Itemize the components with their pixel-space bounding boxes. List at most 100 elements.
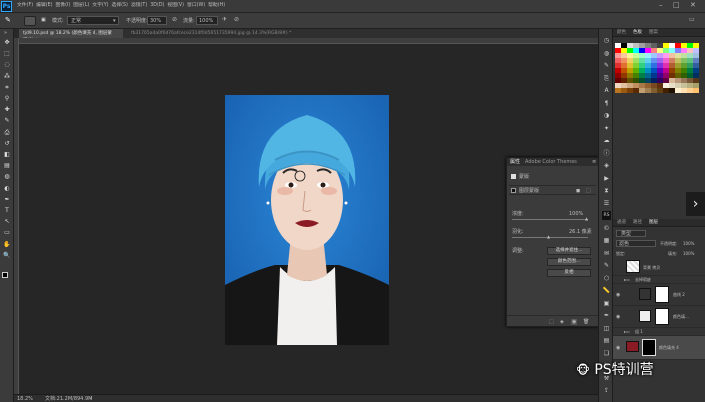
path-select-icon[interactable]: ↖ — [3, 218, 11, 226]
layer-mask-icon[interactable] — [511, 188, 516, 193]
styles-icon[interactable]: ✦ — [602, 124, 611, 133]
select-and-mask-button[interactable]: 选择并遮住... — [547, 247, 591, 255]
panel-menu-icon[interactable]: ≡ — [592, 159, 596, 165]
comment-icon[interactable]: ✉ — [602, 249, 611, 258]
menu-item[interactable]: 图层(L) — [73, 3, 89, 11]
paragraph-icon[interactable]: ¶ — [602, 99, 611, 108]
layer-row-selected[interactable]: ◉ 颜色填充 4 — [613, 336, 705, 360]
density-slider[interactable] — [512, 219, 588, 220]
tab-adobe-color-themes[interactable]: Adobe Color Themes — [525, 159, 577, 165]
brush-settings-icon[interactable]: ✎ — [602, 61, 611, 70]
opacity-input[interactable]: 30% — [147, 16, 167, 25]
eye-icon[interactable]: ◉ — [616, 345, 620, 351]
history-brush-icon[interactable]: ↺ — [3, 140, 11, 148]
eyedropper-icon[interactable]: ⚲ — [3, 95, 11, 103]
tab-swatches[interactable]: 色板 — [633, 30, 642, 36]
pressure-opacity-icon[interactable]: ⊘ — [172, 17, 177, 23]
foreground-color-swatch[interactable] — [2, 272, 8, 278]
paths-icon[interactable]: ✒ — [602, 311, 611, 320]
feather-value[interactable]: 26.1 像素 — [569, 229, 592, 235]
brush-preset-picker[interactable] — [24, 16, 36, 26]
tab-layers[interactable]: 图层 — [649, 220, 658, 226]
properties-icon[interactable]: ☰ — [602, 199, 611, 208]
layer-name[interactable]: 颜色填充 4 — [659, 345, 679, 351]
brush-panel-icon[interactable]: ▣ — [41, 17, 46, 23]
tab-document-2[interactable]: fb31765a4a0f0d76afcece2314f0d5651735994.… — [127, 29, 327, 38]
eye-icon[interactable]: ◉ — [616, 292, 620, 298]
density-slider-handle[interactable]: ▲ — [585, 216, 588, 222]
quick-select-icon[interactable]: ⁂ — [3, 73, 11, 81]
blur-icon[interactable]: ◍ — [3, 173, 11, 181]
layer-name[interactable]: 去掉瑕疵 — [635, 277, 651, 283]
measure-icon[interactable]: 📏 — [602, 286, 611, 295]
brush-tool-icon[interactable]: ✎ — [5, 17, 11, 24]
menu-item[interactable]: 编辑(E) — [36, 3, 52, 11]
lasso-icon[interactable]: ◌ — [3, 61, 11, 69]
healing-icon[interactable]: ✚ — [3, 106, 11, 114]
type-icon[interactable]: T — [3, 207, 11, 215]
layers-icon[interactable]: ▤ — [602, 336, 611, 345]
load-selection-icon[interactable]: ⬚ — [549, 319, 554, 325]
layer-comps-icon[interactable]: ❏ — [602, 349, 611, 358]
menu-item[interactable]: 文字(Y) — [92, 3, 108, 11]
hand-icon[interactable]: ✋ — [3, 241, 11, 249]
clone-source-icon[interactable]: ⎘ — [602, 74, 611, 83]
libraries-icon[interactable]: ☁ — [602, 136, 611, 145]
workspace-icon[interactable]: ▭ — [689, 17, 695, 23]
layer-filter-select[interactable]: 类型 — [616, 230, 646, 237]
tab-properties[interactable]: 属性 — [510, 159, 520, 165]
fill-value[interactable]: 100% — [683, 251, 694, 257]
notes-icon[interactable]: ✎ — [602, 261, 611, 270]
ps-logo[interactable]: Ps — [1, 1, 12, 12]
layer-group-row[interactable]: ▸▭ 组 1 — [613, 328, 705, 336]
layer-name[interactable]: 背景 拷贝 — [643, 265, 660, 271]
window-maximize-icon[interactable]: □ — [673, 2, 680, 9]
apply-mask-icon[interactable]: ◈ — [560, 319, 564, 325]
layer-row[interactable]: 背景 拷贝 — [613, 258, 705, 276]
tab-patterns[interactable]: 图案 — [649, 30, 658, 36]
toolbar-collapse-icon[interactable]: » — [4, 30, 7, 36]
actions-icon[interactable]: ▶ — [602, 174, 611, 183]
channels-icon[interactable]: ◫ — [602, 324, 611, 333]
tab-document-1[interactable]: tjd9.10.psd @ 18.2% (颜色填充 4, 图层蒙版/8) * — [19, 29, 123, 43]
pixel-mask-icon[interactable]: ◼ — [576, 188, 580, 194]
layer-opacity-value[interactable]: 100% — [683, 241, 694, 247]
layer-group-row[interactable]: ▸▭ 去掉瑕疵 — [613, 276, 705, 284]
panel-expand-arrow-icon[interactable]: › — [686, 192, 705, 216]
character-icon[interactable]: A — [602, 86, 611, 95]
gradient-icon[interactable]: ▤ — [3, 162, 11, 170]
mode-select[interactable]: 正常 ▾ — [67, 16, 119, 25]
layer-name[interactable]: 颜色填... — [673, 314, 689, 320]
window-close-icon[interactable]: ✕ — [690, 2, 696, 9]
color-range-button[interactable]: 颜色范围... — [547, 258, 591, 266]
swatch-icon[interactable]: ▦ — [602, 236, 611, 245]
history-icon[interactable]: ◷ — [602, 36, 611, 45]
menu-item[interactable]: 图像(I) — [55, 3, 70, 11]
tab-paths[interactable]: 路径 — [633, 220, 642, 226]
navigator-icon[interactable]: ◈ — [602, 161, 611, 170]
menu-item[interactable]: 帮助(H) — [208, 3, 225, 11]
flow-input[interactable]: 100% — [196, 16, 218, 25]
info-icon[interactable]: ⓘ — [602, 149, 611, 158]
marquee-icon[interactable]: ⬚ — [3, 50, 11, 58]
tab-color[interactable]: 颜色 — [617, 30, 626, 36]
shape-icon[interactable]: ▭ — [3, 229, 11, 237]
menu-item[interactable]: 窗口(W) — [187, 3, 205, 11]
device-icon[interactable]: ▣ — [602, 299, 611, 308]
rs-plugin-icon[interactable]: RS — [602, 211, 611, 220]
vector-mask-icon[interactable]: ⬚ — [586, 188, 591, 194]
delete-mask-icon[interactable]: 🗑 — [583, 319, 589, 325]
layer-name[interactable]: 组 1 — [635, 329, 643, 335]
toggle-mask-icon[interactable]: ◉ — [571, 319, 578, 325]
pen-icon[interactable]: ✒ — [3, 196, 11, 204]
tab-channels[interactable]: 通道 — [617, 220, 626, 226]
status-arrow-icon[interactable]: › — [90, 396, 92, 402]
zoom-icon[interactable]: 🔍 — [3, 252, 11, 260]
eye-icon[interactable]: ◉ — [616, 314, 620, 320]
layer-name[interactable]: 曲线 2 — [673, 292, 685, 298]
swatch[interactable] — [693, 88, 699, 93]
eraser-icon[interactable]: ◧ — [3, 151, 11, 159]
pressure-size-icon[interactable]: ⊘ — [234, 17, 239, 23]
dodge-icon[interactable]: ◐ — [3, 185, 11, 193]
swatches-grid[interactable] — [615, 43, 699, 117]
